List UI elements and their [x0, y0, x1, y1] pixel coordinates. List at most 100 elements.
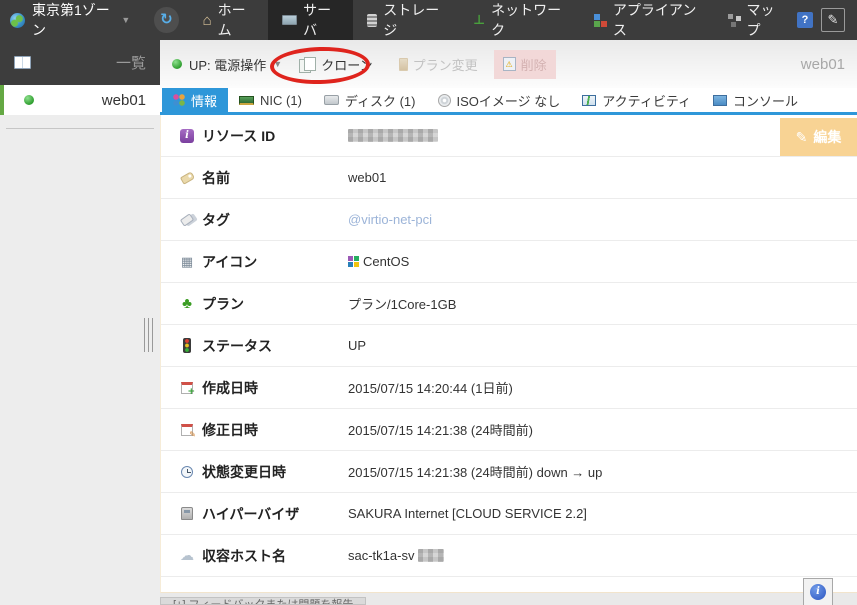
power-operations-dropdown[interactable]: UP: 電源操作 ▼	[172, 55, 282, 74]
name-tag-icon	[179, 171, 194, 184]
sidebar-divider	[6, 128, 154, 129]
icon-grid-icon: ▦	[181, 255, 193, 268]
nav-item-storage[interactable]: ストレージ	[353, 0, 459, 40]
detail-row-state-changed: 状態変更日時 2015/07/15 14:21:38 (24時間前) down …	[161, 451, 857, 493]
calendar-add-icon	[181, 382, 193, 394]
server-icon	[282, 15, 297, 25]
nav-label: アプライアンス	[613, 0, 700, 40]
resource-id-icon: i	[180, 129, 194, 143]
storage-icon	[367, 14, 377, 27]
detail-label: タグ	[202, 210, 348, 230]
feedback-bar[interactable]: [+] フィードバックまたは問題を報告	[160, 597, 366, 605]
info-button[interactable]: i	[803, 578, 833, 605]
cloud-icon: ☁	[180, 547, 194, 564]
detail-row-plan: ♣ プラン プラン/1Core-1GB	[161, 283, 857, 325]
clone-label: クローン	[321, 55, 372, 74]
sidebar-list-header[interactable]: 一覧	[0, 40, 160, 85]
appliance-icon	[594, 14, 607, 27]
detail-row-modified: 修正日時 2015/07/15 14:21:38 (24時間前)	[161, 409, 857, 451]
detail-label: 収容ホスト名	[202, 546, 348, 566]
zone-selector[interactable]: 東京第1ゾーン ▼	[0, 0, 144, 40]
detail-label: 状態変更日時	[202, 462, 348, 482]
tab-info[interactable]: 情報	[162, 88, 228, 112]
nav-item-home[interactable]: ⌂ ホーム	[189, 0, 269, 40]
pen-icon: ✎	[828, 12, 839, 27]
clone-button[interactable]: クローン	[298, 55, 372, 74]
detail-value: sac-tk1a-sv	[348, 548, 444, 563]
sidebar-item-web01[interactable]: web01	[0, 85, 160, 115]
topbar-right: ? ✎	[797, 8, 857, 32]
server-status-dot	[24, 95, 34, 105]
help-button[interactable]: ?	[797, 12, 813, 28]
detail-tabs: 情報 NIC (1) ディスク (1) ISOイメージ なし アクティビティ コ…	[160, 88, 857, 115]
chevron-down-icon: ▼	[121, 15, 130, 25]
list-book-icon	[14, 56, 31, 69]
toolbar-server-name: web01	[801, 56, 845, 73]
iso-disc-icon	[438, 94, 451, 107]
tab-iso-image[interactable]: ISOイメージ なし	[427, 88, 572, 112]
tab-nic[interactable]: NIC (1)	[228, 88, 313, 112]
plan-tree-icon: ♣	[182, 297, 192, 311]
list-label: 一覧	[116, 52, 146, 73]
os-name: CentOS	[363, 254, 409, 269]
delete-button[interactable]: ⚠ 削除	[494, 50, 556, 79]
power-label: UP: 電源操作	[189, 55, 266, 74]
clone-copy-icon	[298, 57, 316, 72]
main-nav: ⌂ ホーム サーバ ストレージ ⊥ ネットワーク アプライアンス マップ	[189, 0, 797, 40]
detail-row-created: 作成日時 2015/07/15 14:20:44 (1日前)	[161, 367, 857, 409]
power-status-dot	[172, 59, 182, 69]
pen-button[interactable]: ✎	[821, 8, 845, 32]
nav-item-map[interactable]: マップ	[714, 0, 797, 40]
console-monitor-icon	[713, 95, 727, 106]
tab-console[interactable]: コンソール	[702, 88, 809, 112]
server-toolbar: UP: 電源操作 ▼ クローン プラン変更 ⚠ 削除 web01	[160, 40, 857, 88]
refresh-icon: ↻	[160, 11, 173, 28]
tab-activity[interactable]: アクティビティ	[571, 88, 702, 112]
detail-label: アイコン	[202, 252, 348, 272]
clock-icon	[181, 466, 193, 478]
detail-value	[348, 129, 438, 142]
detail-label: 名前	[202, 168, 348, 188]
tab-label: NIC (1)	[260, 93, 302, 108]
map-icon	[728, 14, 741, 27]
main-panel: UP: 電源操作 ▼ クローン プラン変更 ⚠ 削除 web01 情報	[160, 40, 857, 605]
tab-label: アクティビティ	[602, 91, 691, 110]
detail-label: ステータス	[202, 336, 348, 356]
nav-item-network[interactable]: ⊥ ネットワーク	[459, 0, 580, 40]
tab-disk[interactable]: ディスク (1)	[313, 88, 427, 112]
edit-button[interactable]: ✎ 編集	[780, 118, 857, 156]
plan-change-button[interactable]: プラン変更	[399, 55, 478, 74]
detail-label: 作成日時	[202, 378, 348, 398]
detail-value: web01	[348, 170, 386, 185]
tags-icon	[180, 213, 194, 226]
cloud-control-panel: 東京第1ゾーン ▼ ↻ ⌂ ホーム サーバ ストレージ ⊥ ネットワーク	[0, 0, 857, 605]
detail-value: SAKURA Internet [CLOUD SERVICE 2.2]	[348, 506, 587, 521]
delete-warning-icon: ⚠	[503, 57, 516, 71]
refresh-button[interactable]: ↻	[154, 7, 178, 33]
network-icon: ⊥	[473, 12, 485, 28]
tab-label: ディスク (1)	[345, 91, 416, 110]
detail-row-status: ステータス UP	[161, 325, 857, 367]
detail-value: 2015/07/15 14:20:44 (1日前)	[348, 378, 513, 397]
globe-icon	[10, 13, 25, 28]
nav-label: サーバ	[303, 0, 339, 40]
detail-row-tags: タグ @virtio-net-pci	[161, 199, 857, 241]
detail-row-resource-id: i リソース ID	[161, 115, 857, 157]
nav-item-server[interactable]: サーバ	[268, 0, 353, 40]
detail-row-icon: ▦ アイコン CentOS	[161, 241, 857, 283]
nav-item-appliance[interactable]: アプライアンス	[580, 0, 714, 40]
tag-link[interactable]: @virtio-net-pci	[348, 212, 432, 227]
detail-value: 2015/07/15 14:21:38 (24時間前) down → up	[348, 462, 602, 481]
help-icon: ?	[802, 14, 809, 26]
redacted-value	[348, 129, 438, 142]
detail-label: プラン	[202, 294, 348, 314]
sidebar-resize-handle[interactable]	[144, 318, 153, 352]
info-tab-icon	[173, 94, 185, 106]
detail-label: 修正日時	[202, 420, 348, 440]
hypervisor-icon	[181, 507, 193, 520]
tab-label: ISOイメージ なし	[457, 91, 561, 110]
centos-logo-icon	[348, 256, 359, 267]
server-name: web01	[102, 92, 146, 109]
detail-row-name: 名前 web01	[161, 157, 857, 199]
tab-label: コンソール	[733, 91, 798, 110]
